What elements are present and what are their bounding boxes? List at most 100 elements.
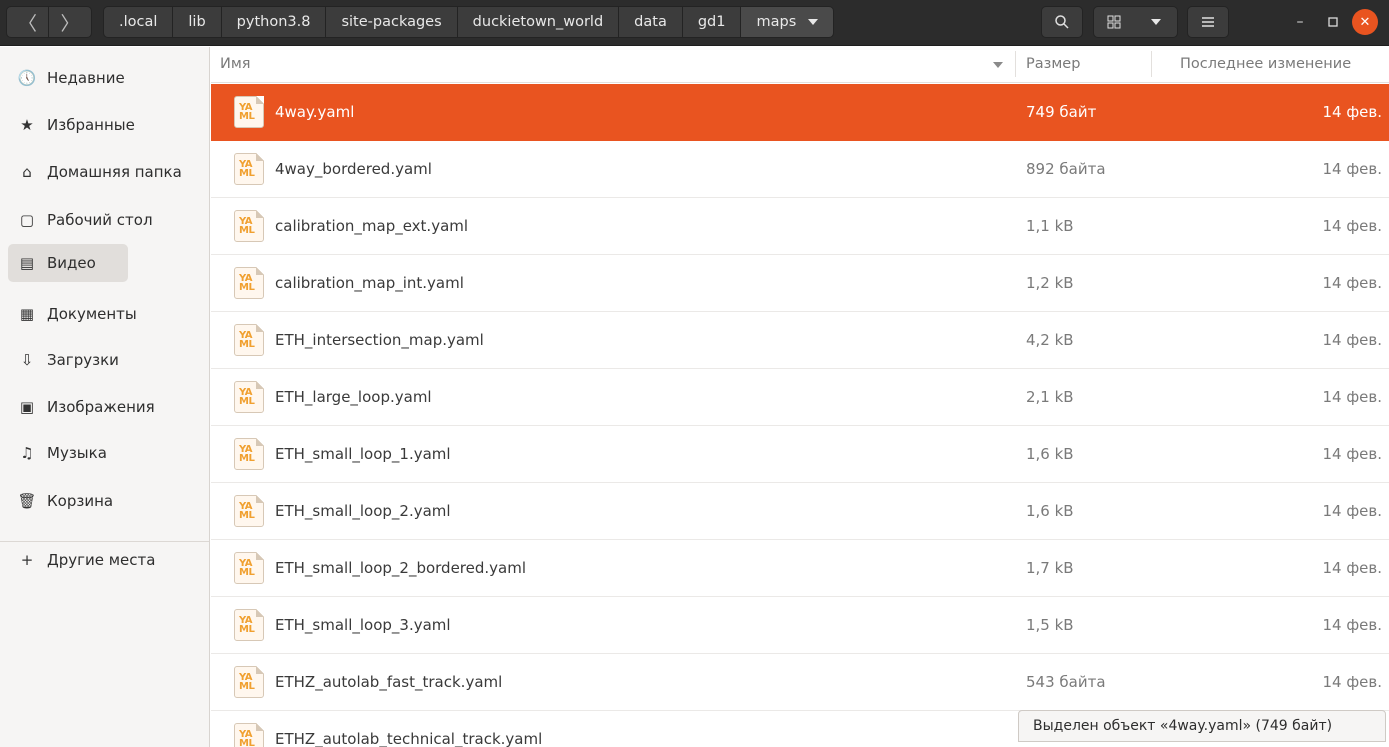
sidebar-item-document[interactable]: ▦ Документы — [8, 295, 199, 333]
trash-icon: 🗑 — [17, 492, 37, 510]
breadcrumb-item[interactable]: duckietown_world — [457, 6, 620, 38]
file-row[interactable]: YA ML ETH_small_loop_3.yaml 1,5 kB 14 фев. — [211, 597, 1389, 654]
yaml-file-icon: YA ML — [234, 495, 264, 527]
file-size: 1,7 kB — [1026, 559, 1074, 577]
file-name: ETHZ_autolab_technical_track.yaml — [275, 730, 543, 747]
sidebar-item-download[interactable]: ⇩ Загрузки — [8, 341, 199, 379]
maximize-button[interactable] — [1320, 9, 1346, 35]
yaml-file-icon: YA ML — [234, 324, 264, 356]
file-row[interactable]: YA ML ETH_small_loop_2.yaml 1,6 kB 14 фев. — [211, 483, 1389, 540]
yaml-file-icon: YA ML — [234, 723, 264, 747]
video-icon: ▤ — [19, 254, 35, 272]
sidebar-item-label: Другие места — [47, 551, 156, 569]
main-menu-button[interactable] — [1187, 6, 1229, 38]
file-name: ETH_small_loop_1.yaml — [275, 445, 451, 463]
column-header-size[interactable]: Размер — [1015, 51, 1080, 77]
sidebar-item-label: Домашняя папка — [47, 163, 182, 181]
breadcrumb-item[interactable]: .local — [103, 6, 174, 38]
forward-button[interactable]: 〉 — [49, 6, 92, 38]
file-modified: 14 фев. — [1322, 103, 1382, 121]
file-size: 1,6 kB — [1026, 502, 1074, 520]
chevron-right-icon: 〉 — [60, 12, 80, 35]
file-modified: 14 фев. — [1322, 616, 1382, 634]
file-name: calibration_map_int.yaml — [275, 274, 464, 292]
sidebar-item-label: Недавние — [47, 69, 125, 87]
file-row[interactable]: YA ML ETHZ_autolab_fast_track.yaml 543 байт… — [211, 654, 1389, 711]
search-button[interactable] — [1041, 6, 1083, 38]
column-header-name[interactable]: Имя — [220, 56, 251, 72]
file-size: 749 байт — [1026, 103, 1097, 121]
file-modified: 14 фев. — [1322, 673, 1382, 691]
file-name: ETH_small_loop_2.yaml — [275, 502, 451, 520]
sidebar-item-trash[interactable]: 🗑 Корзина — [8, 482, 199, 520]
back-button[interactable]: 〈 — [6, 6, 49, 38]
file-size: 1,2 kB — [1026, 274, 1074, 292]
sidebar-item-desktop[interactable]: ▢ Рабочий стол — [8, 201, 199, 239]
breadcrumb-label: maps — [756, 14, 797, 30]
file-name: ETHZ_autolab_fast_track.yaml — [275, 673, 503, 691]
document-icon: ▦ — [19, 305, 35, 323]
file-modified: 14 фев. — [1322, 331, 1382, 349]
file-name: ETH_large_loop.yaml — [275, 388, 432, 406]
file-modified: 14 фев. — [1322, 445, 1382, 463]
file-name: 4way_bordered.yaml — [275, 160, 432, 178]
sidebar-item-home[interactable]: ⌂ Домашняя папка — [8, 153, 199, 191]
file-row[interactable]: YA ML 4way_bordered.yaml 892 байта 14 фев. — [211, 141, 1389, 198]
file-size: 1,1 kB — [1026, 217, 1074, 235]
home-icon: ⌂ — [22, 163, 32, 181]
column-header-row: Имя Размер Последнее изменение — [211, 47, 1389, 83]
column-header-modified[interactable]: Последнее изменение — [1151, 51, 1389, 77]
sidebar-item-star[interactable]: ★ Избранные — [8, 106, 199, 144]
file-size: 1,5 kB — [1026, 616, 1074, 634]
file-modified: 14 фев. — [1322, 160, 1382, 178]
view-toggle-button[interactable] — [1093, 6, 1135, 38]
breadcrumb-item[interactable]: gd1 — [682, 6, 742, 38]
yaml-file-icon: YA ML — [234, 438, 264, 470]
breadcrumb-item[interactable]: lib — [173, 6, 222, 38]
breadcrumb-item-current[interactable]: maps — [741, 6, 835, 38]
file-modified: 14 фев. — [1322, 502, 1382, 520]
sidebar-item-clock[interactable]: 🕔 Недавние — [8, 59, 199, 97]
sidebar: 🕔 Недавние ★ Избранные ⌂ Домашняя папка ▢ Рабоч… — [0, 47, 210, 747]
breadcrumb-item[interactable]: python3.8 — [221, 6, 327, 38]
close-button[interactable]: ✕ — [1352, 9, 1378, 35]
file-list: Имя Размер Последнее изменение YA ML 4way.… — [211, 47, 1389, 747]
breadcrumb-item[interactable]: data — [619, 6, 683, 38]
file-name: ETH_small_loop_2_bordered.yaml — [275, 559, 527, 577]
image-icon: ▣ — [19, 398, 35, 416]
yaml-file-icon: YA ML — [234, 381, 264, 413]
sidebar-item-other-places[interactable]: + Другие места — [8, 541, 199, 579]
file-row[interactable]: YA ML ETH_small_loop_1.yaml 1,6 kB 14 фев. — [211, 426, 1389, 483]
plus-icon: + — [20, 551, 34, 569]
search-icon — [1055, 15, 1069, 29]
file-row[interactable]: YA ML ETH_large_loop.yaml 2,1 kB 14 фев. — [211, 369, 1389, 426]
file-size: 892 байта — [1026, 160, 1106, 178]
sidebar-item-music[interactable]: ♫ Музыка — [8, 434, 199, 472]
minimize-icon: – — [1296, 14, 1304, 30]
file-row[interactable]: YA ML 4way.yaml 749 байт 14 фев. — [211, 84, 1389, 141]
file-size: 4,2 kB — [1026, 331, 1074, 349]
file-row[interactable]: YA ML calibration_map_ext.yaml 1,1 kB 14 фев… — [211, 198, 1389, 255]
file-modified: 14 фев. — [1322, 217, 1382, 235]
minimize-button[interactable]: – — [1287, 9, 1313, 35]
yaml-file-icon: YA ML — [234, 267, 264, 299]
sidebar-item-video[interactable]: ▤ Видео — [8, 244, 128, 282]
sidebar-item-image[interactable]: ▣ Изображения — [8, 388, 199, 426]
sidebar-item-label: Избранные — [47, 116, 135, 134]
status-bar: Выделен объект «4way.yaml» (749 байт) — [1018, 710, 1386, 742]
view-options-dropdown[interactable] — [1134, 6, 1178, 38]
yaml-file-icon: YA ML — [234, 552, 264, 584]
file-row[interactable]: YA ML calibration_map_int.yaml 1,2 kB 14 фев… — [211, 255, 1389, 312]
star-icon: ★ — [20, 116, 34, 134]
file-modified: 14 фев. — [1322, 274, 1382, 292]
yaml-file-icon: YA ML — [234, 210, 264, 242]
file-row[interactable]: YA ML ETH_intersection_map.yaml 4,2 kB 14 фе… — [211, 312, 1389, 369]
breadcrumb-item[interactable]: site-packages — [326, 6, 458, 38]
music-icon: ♫ — [20, 444, 34, 462]
file-row[interactable]: YA ML ETH_small_loop_2_bordered.yaml 1,7 kB… — [211, 540, 1389, 597]
file-modified: 14 фев. — [1322, 559, 1382, 577]
grid-view-icon — [1107, 15, 1121, 29]
hamburger-menu-icon — [1202, 17, 1214, 27]
sidebar-item-label: Видео — [47, 254, 96, 272]
download-icon: ⇩ — [20, 351, 34, 369]
